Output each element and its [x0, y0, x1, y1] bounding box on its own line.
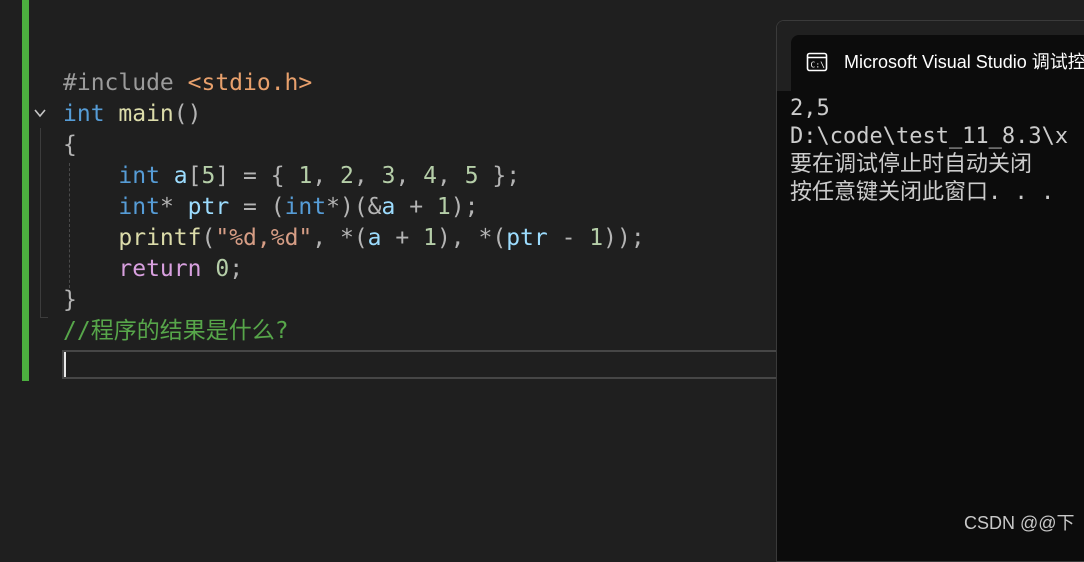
console-line: D:\code\test_11_8.3\x: [790, 124, 1069, 149]
console-line: 2,5: [790, 96, 830, 121]
code-token: 3: [381, 163, 396, 189]
code-token: -: [547, 225, 590, 251]
code-line[interactable]: //程序的结果是什么?: [63, 316, 645, 347]
code-token: 5: [464, 163, 479, 189]
code-line[interactable]: #include <stdio.h>: [63, 68, 645, 99]
console-line: 要在调试停止时自动关闭: [790, 152, 1033, 177]
code-token: printf: [63, 225, 202, 251]
code-token: +: [381, 225, 424, 251]
code-token: ptr: [187, 194, 230, 220]
code-token: [: [187, 163, 202, 189]
code-token: ));: [603, 225, 645, 251]
code-token: ;: [229, 256, 244, 282]
code-token: *)(&: [326, 194, 382, 220]
code-line[interactable]: int* ptr = (int*)(&a + 1);: [63, 192, 645, 223]
code-line[interactable]: int a[5] = { 1, 2, 3, 4, 5 };: [63, 161, 645, 192]
code-token: ptr: [506, 225, 548, 251]
current-line-highlight: [62, 350, 792, 379]
code-token: 1: [436, 194, 451, 220]
watermark: CSDN @@下: [964, 513, 1075, 533]
code-token: main: [104, 101, 174, 127]
terminal-icon: C:\: [806, 52, 828, 72]
code-line[interactable]: printf("%d,%d", *(a + 1), *(ptr - 1));: [63, 223, 645, 254]
code-token: );: [450, 194, 479, 220]
code-line[interactable]: }: [63, 285, 645, 316]
code-token: a: [381, 194, 396, 220]
fold-guide-end: [40, 317, 48, 318]
change-indicator-bar: [22, 0, 29, 381]
code-token: <stdio.h>: [187, 70, 313, 96]
code-token: int: [63, 101, 105, 127]
code-token: int: [63, 194, 160, 220]
code-token: ] = {: [215, 163, 299, 189]
console-output: 2,5 D:\code\test_11_8.3\x 要在调试停止时自动关闭 按任意键关…: [790, 95, 1068, 207]
code-token: *: [159, 194, 188, 220]
code-token: a: [367, 225, 382, 251]
console-tab[interactable]: C:\ Microsoft Visual Studio 调试控: [791, 35, 1084, 91]
code-token: #include: [63, 70, 188, 96]
code-line[interactable]: int main(): [63, 99, 645, 130]
code-token: int: [284, 194, 327, 220]
code-token: 0: [215, 256, 230, 282]
code-token: ,: [312, 163, 341, 189]
code-token: {: [63, 132, 77, 158]
code-token: (: [201, 225, 216, 251]
code-token: 2: [340, 163, 354, 189]
code-token: = (: [229, 194, 285, 220]
debug-console-window[interactable]: C:\ Microsoft Visual Studio 调试控 2,5 D:\co…: [776, 20, 1084, 562]
console-title: Microsoft Visual Studio 调试控: [844, 52, 1084, 72]
code-token: ,: [437, 163, 465, 189]
code-token: int: [63, 163, 160, 189]
code-token: }: [63, 287, 77, 313]
code-token: 1: [423, 225, 437, 251]
fold-guide-line: [40, 128, 41, 318]
code-token: 1: [298, 163, 313, 189]
console-titlebar: C:\ Microsoft Visual Studio 调试控: [777, 21, 1084, 91]
code-token: +: [395, 194, 437, 220]
console-line: 按任意键关闭此窗口. . .: [790, 180, 1055, 205]
code-line[interactable]: {: [63, 130, 645, 161]
code-token: //程序的结果是什么?: [63, 318, 289, 344]
code-token: 5: [201, 163, 216, 189]
code-token: , *(: [312, 225, 368, 251]
code-token: a: [159, 163, 188, 189]
code-token: ,: [353, 163, 382, 189]
code-token: "%d,%d": [215, 225, 313, 251]
code-line[interactable]: return 0;: [63, 254, 645, 285]
code-token: ), *(: [436, 225, 507, 251]
text-caret: [64, 352, 66, 377]
code-token: return: [63, 256, 202, 282]
code-token: };: [478, 163, 521, 189]
svg-text:C:\: C:\: [811, 61, 826, 70]
code-text[interactable]: #include <stdio.h> int main(){ int a[5] =…: [63, 68, 645, 347]
chevron-down-icon[interactable]: [33, 106, 47, 120]
code-token: 4: [423, 163, 437, 189]
code-token: (): [173, 101, 202, 127]
code-token: 1: [589, 225, 604, 251]
code-token: ,: [395, 163, 424, 189]
